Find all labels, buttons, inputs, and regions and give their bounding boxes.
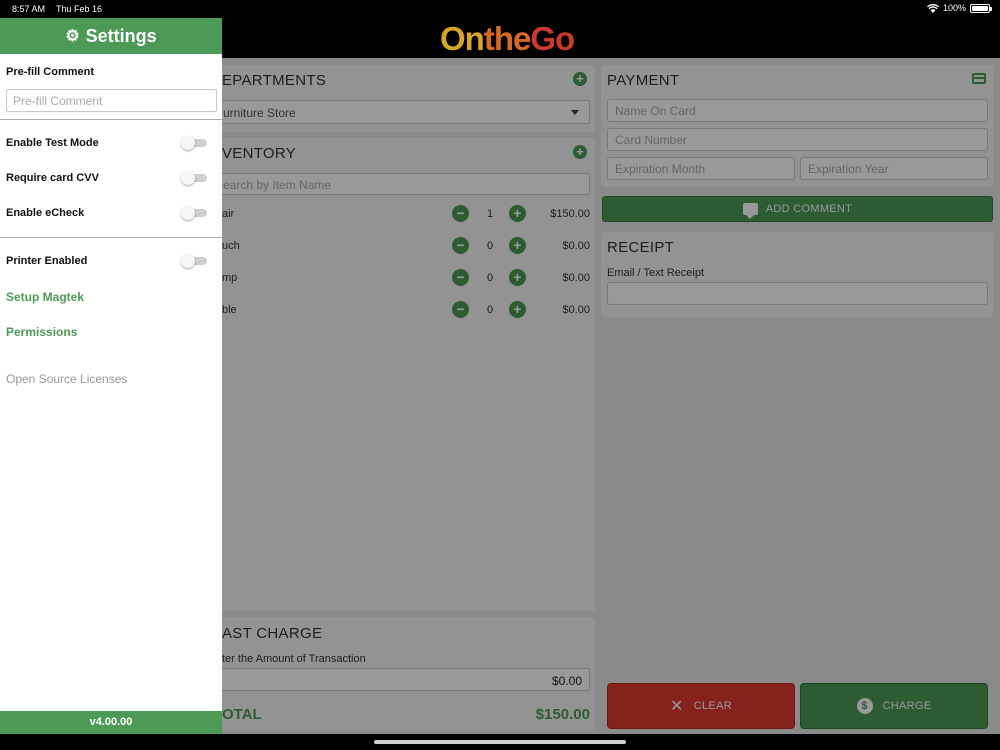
inventory-row: mp − 0 + $0.00	[222, 268, 590, 290]
battery-icon	[970, 3, 992, 13]
increment-button[interactable]: +	[509, 301, 526, 318]
app-logo: OntheGo	[440, 20, 575, 57]
total-value: $150.00	[535, 706, 590, 723]
payment-title: PAYMENT	[607, 72, 680, 89]
decrement-button[interactable]: −	[452, 269, 469, 286]
settings-drawer: ⚙ Settings Pre-fill Comment Pre-fill Com…	[0, 18, 222, 734]
receipt-label: Email / Text Receipt	[607, 267, 705, 279]
require-cvv-label: Require card CVV	[6, 172, 99, 184]
test-mode-toggle[interactable]	[181, 136, 207, 150]
fast-charge-label: ter the Amount of Transaction	[222, 653, 366, 665]
increment-button[interactable]: +	[509, 237, 526, 254]
item-name: ble	[222, 304, 237, 316]
expiration-year-input[interactable]: Expiration Year	[800, 157, 988, 180]
gear-icon: ⚙	[65, 28, 80, 45]
inventory-title: VENTORY	[222, 145, 297, 162]
decrement-button[interactable]: −	[452, 301, 469, 318]
wifi-icon	[926, 3, 939, 13]
departments-title: EPARTMENTS	[222, 72, 327, 89]
settings-title: Settings	[85, 25, 157, 46]
licenses-link[interactable]: Open Source Licenses	[6, 372, 127, 386]
app-screen: 8:57 AM Thu Feb 16 100% OntheGo EPARTMEN…	[0, 0, 1000, 750]
total-label: OTAL	[222, 706, 262, 723]
clear-button[interactable]: ✕ CLEAR	[607, 683, 795, 729]
printer-label: Printer Enabled	[6, 255, 88, 267]
fast-charge-amount-input[interactable]: $0.00	[215, 668, 590, 691]
decrement-button[interactable]: −	[452, 237, 469, 254]
item-name: air	[222, 208, 235, 220]
settings-header: ⚙ Settings	[0, 18, 222, 54]
expiration-month-input[interactable]: Expiration Month	[607, 157, 795, 180]
inventory-row: ble − 0 + $0.00	[222, 300, 590, 322]
increment-button[interactable]: +	[509, 205, 526, 222]
battery-percent: 100%	[942, 3, 966, 13]
item-name: mp	[222, 272, 238, 284]
permissions-link[interactable]: Permissions	[6, 325, 77, 339]
test-mode-label: Enable Test Mode	[6, 137, 99, 149]
receipt-input[interactable]	[607, 282, 988, 305]
item-price: $0.00	[562, 304, 590, 316]
item-price: $0.00	[562, 272, 590, 284]
charge-button[interactable]: $ CHARGE	[800, 683, 988, 729]
item-qty: 0	[486, 240, 494, 252]
increment-button[interactable]: +	[509, 269, 526, 286]
credit-card-icon[interactable]	[972, 73, 986, 84]
decrement-button[interactable]: −	[452, 205, 469, 222]
item-price: $150.00	[550, 208, 590, 220]
inventory-row: air − 1 + $150.00	[222, 204, 590, 226]
card-number-input[interactable]: Card Number	[607, 128, 988, 151]
item-qty: 1	[486, 208, 494, 220]
prefill-comment-label: Pre-fill Comment	[6, 66, 95, 78]
status-bar: 8:57 AM Thu Feb 16 100%	[0, 0, 1000, 18]
add-comment-button[interactable]: ADD COMMENT	[602, 196, 993, 222]
status-right: 100%	[926, 3, 992, 13]
item-qty: 0	[486, 304, 494, 316]
divider	[0, 237, 222, 238]
item-qty: 0	[486, 272, 494, 284]
status-date: Thu Feb 16	[56, 4, 103, 14]
inventory-row: uch − 0 + $0.00	[222, 236, 590, 258]
add-department-icon[interactable]: +	[573, 72, 587, 86]
chevron-down-icon	[571, 110, 579, 115]
divider	[0, 119, 222, 120]
home-indicator[interactable]	[374, 740, 626, 744]
dollar-icon: $	[856, 698, 873, 714]
comment-icon	[742, 203, 758, 219]
close-icon: ✕	[670, 698, 684, 715]
echeck-toggle[interactable]	[181, 206, 207, 220]
fast-charge-title: AST CHARGE	[222, 625, 323, 642]
status-time: 8:57 AM	[12, 4, 46, 14]
name-on-card-input[interactable]: Name On Card	[607, 99, 988, 122]
item-price: $0.00	[562, 240, 590, 252]
setup-magtek-link[interactable]: Setup Magtek	[6, 290, 84, 304]
prefill-comment-input[interactable]: Pre-fill Comment	[6, 89, 217, 112]
item-name: uch	[222, 240, 240, 252]
echeck-label: Enable eCheck	[6, 207, 85, 219]
version-footer: v4.00.00	[0, 711, 222, 734]
receipt-title: RECEIPT	[607, 239, 675, 256]
add-inventory-icon[interactable]: +	[573, 145, 587, 159]
require-cvv-toggle[interactable]	[181, 171, 207, 185]
inventory-search-input[interactable]: earch by Item Name	[215, 173, 590, 195]
printer-toggle[interactable]	[181, 254, 207, 268]
department-select[interactable]: urniture Store	[215, 100, 590, 124]
